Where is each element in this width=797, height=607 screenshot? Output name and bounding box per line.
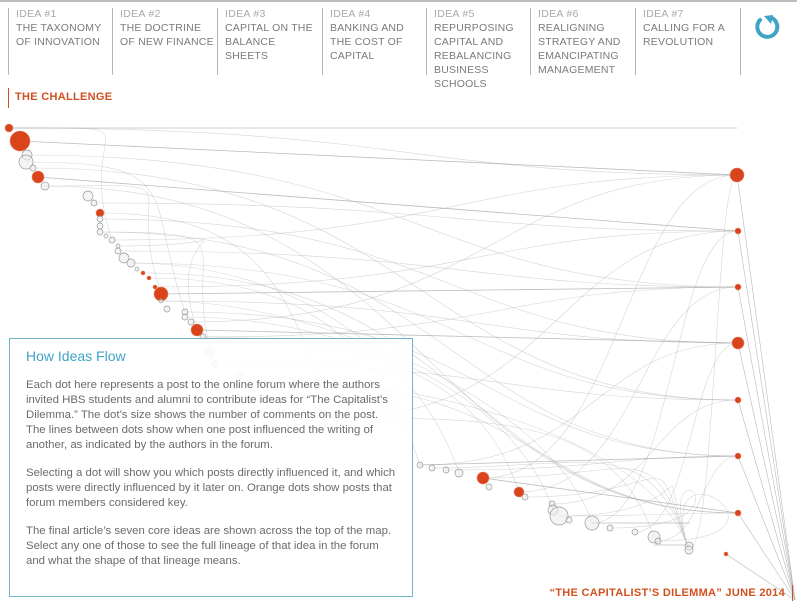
post-dot[interactable] — [158, 298, 164, 304]
key-post-dot[interactable] — [9, 130, 31, 152]
post-dot[interactable] — [606, 524, 614, 532]
influence-link — [736, 174, 796, 601]
post-dot[interactable] — [108, 236, 116, 244]
key-post-dot[interactable] — [31, 170, 45, 184]
key-post-dot[interactable] — [731, 336, 745, 350]
influence-link — [737, 342, 796, 601]
info-panel: How Ideas Flow Each dot here represents … — [9, 338, 413, 597]
key-post-dot[interactable] — [729, 167, 745, 183]
post-dot[interactable] — [96, 215, 104, 223]
post-dot[interactable] — [90, 199, 98, 207]
info-title: How Ideas Flow — [26, 348, 126, 364]
key-post-dot[interactable] — [734, 452, 742, 460]
post-dot[interactable] — [187, 318, 195, 326]
influence-link — [8, 127, 738, 176]
post-dot[interactable] — [428, 464, 436, 472]
influence-link — [37, 176, 739, 232]
end-label: “THE CAPITALIST’S DILEMMA” JUNE 2014 — [549, 585, 793, 601]
key-post-dot[interactable] — [734, 283, 742, 291]
post-dot[interactable] — [565, 516, 573, 524]
influence-link — [482, 174, 738, 479]
key-post-dot[interactable] — [734, 509, 742, 517]
influence-link — [160, 286, 739, 295]
influence-link — [591, 230, 739, 524]
post-dot[interactable] — [96, 228, 104, 236]
key-post-dot[interactable] — [723, 551, 729, 557]
key-post-dot[interactable] — [734, 227, 742, 235]
post-dot[interactable] — [416, 461, 424, 469]
influence-link — [93, 202, 739, 232]
post-dot[interactable] — [442, 466, 450, 474]
info-paragraph: Selecting a dot will show you which post… — [26, 467, 396, 509]
influence-link — [657, 455, 739, 542]
influence-link — [190, 174, 738, 323]
key-post-dot[interactable] — [734, 396, 742, 404]
post-dot[interactable] — [115, 243, 121, 249]
post-dot[interactable] — [96, 222, 104, 230]
post-dot[interactable] — [181, 313, 189, 321]
post-dot[interactable] — [521, 493, 529, 501]
post-dot[interactable] — [114, 247, 122, 255]
post-dot[interactable] — [134, 266, 140, 272]
influence-link — [117, 250, 739, 288]
post-dot[interactable] — [584, 515, 600, 531]
influence-link — [737, 230, 796, 601]
post-dot[interactable] — [485, 483, 493, 491]
info-paragraph: The final article’s seven core ideas are… — [26, 525, 392, 567]
influence-link — [26, 154, 739, 288]
post-dot[interactable] — [684, 545, 694, 555]
influence-link — [737, 455, 796, 601]
influence-link — [117, 240, 204, 331]
influence-link — [737, 399, 796, 601]
info-paragraph: Each dot here represents a post to the o… — [26, 379, 388, 451]
post-dot[interactable] — [103, 233, 109, 239]
influence-link — [419, 455, 739, 466]
influence-link — [558, 512, 739, 517]
post-dot[interactable] — [454, 468, 464, 478]
key-post-dot[interactable] — [140, 270, 146, 276]
key-post-dot[interactable] — [4, 123, 14, 133]
key-post-dot[interactable] — [146, 275, 152, 281]
influence-link — [19, 140, 738, 176]
post-dot[interactable] — [126, 258, 136, 268]
influence-link — [202, 286, 739, 338]
post-dot[interactable] — [549, 506, 569, 526]
post-dot[interactable] — [82, 190, 94, 202]
key-post-dot[interactable] — [476, 471, 490, 485]
post-dot[interactable] — [631, 528, 639, 536]
start-label: THE CHALLENGE — [8, 88, 112, 108]
post-dot[interactable] — [163, 305, 171, 313]
post-dot[interactable] — [40, 181, 50, 191]
post-dot[interactable] — [654, 537, 662, 545]
influence-link — [737, 286, 796, 601]
post-dot[interactable] — [29, 164, 37, 172]
